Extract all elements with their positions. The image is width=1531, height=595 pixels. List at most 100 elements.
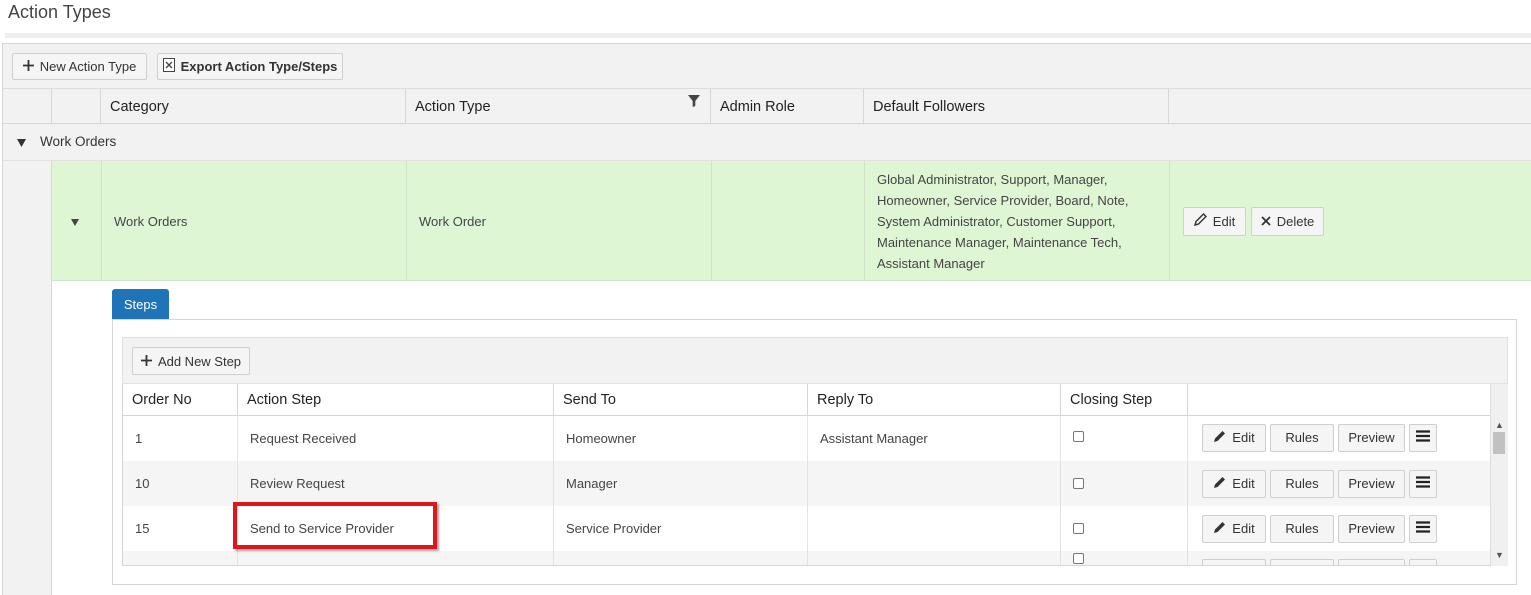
delete-label: Delete xyxy=(1276,213,1315,229)
header-action-type-label: Action Type xyxy=(415,98,491,115)
title-divider xyxy=(5,33,1531,38)
closing-step-checkbox-cell xyxy=(1060,506,1187,551)
add-new-step-button[interactable]: Add New Step xyxy=(132,347,250,375)
header-action-step[interactable]: Action Step xyxy=(237,384,553,416)
header-actions-column xyxy=(1168,89,1531,124)
row-category: Work Orders xyxy=(101,161,406,281)
edit-action-type-button[interactable]: Edit xyxy=(1183,206,1246,236)
scroll-up-icon[interactable]: ▲ xyxy=(1495,420,1504,430)
group-row-work-orders: Work Orders xyxy=(3,124,1531,161)
header-step-actions xyxy=(1187,384,1491,416)
edit-step-label: Edit xyxy=(1232,430,1255,445)
filter-icon[interactable] xyxy=(688,94,700,111)
step-menu-button[interactable] xyxy=(1409,423,1437,452)
step-order: 1 xyxy=(135,431,143,446)
step-send-to: Homeowner xyxy=(553,416,807,461)
preview-button[interactable]: Preview xyxy=(1338,469,1405,498)
steps-toolbar: Add New Step xyxy=(122,337,1508,384)
closing-step-checkbox-cell xyxy=(1060,461,1187,506)
edit-label: Edit xyxy=(1212,213,1236,229)
followers-line: System Administrator, Customer Support, xyxy=(877,213,1116,229)
table-row[interactable]: 10 Review Request Manager Edit Rules Pre… xyxy=(123,461,1490,506)
row-collapse-cell[interactable] xyxy=(52,161,101,281)
header-expand-column xyxy=(51,89,100,124)
step-name xyxy=(237,551,553,565)
table-row[interactable]: Work Orders Work Order Global Administra… xyxy=(52,161,1531,281)
scrollbar-thumb[interactable] xyxy=(1493,432,1505,454)
step-actions-cell: Edit Rules Preview xyxy=(1187,506,1490,551)
step-menu-button[interactable] xyxy=(1409,469,1437,498)
step-order: 10 xyxy=(135,476,150,491)
closing-step-checkbox[interactable] xyxy=(1073,430,1084,442)
closing-step-checkbox[interactable] xyxy=(1073,553,1084,564)
tab-steps[interactable]: Steps xyxy=(112,289,169,320)
rules-button[interactable]: Rules xyxy=(1270,469,1334,498)
scroll-down-icon[interactable]: ▼ xyxy=(1495,550,1504,560)
row-default-followers: Global Administrator, Support, Manager, … xyxy=(864,161,1169,281)
followers-line: Homeowner, Service Provider, Board, Note… xyxy=(877,192,1129,208)
edit-step-label: Edit xyxy=(1232,521,1255,536)
followers-line: Assistant Manager xyxy=(877,255,985,271)
step-name: Send to Service Provider xyxy=(237,506,553,551)
edit-step-button[interactable]: Edit xyxy=(1202,469,1266,498)
table-row[interactable]: 1 Request Received Homeowner Assistant M… xyxy=(123,416,1490,461)
header-send-to[interactable]: Send To xyxy=(553,384,807,416)
header-action-type[interactable]: Action Type xyxy=(405,89,710,124)
edit-step-button[interactable]: Edit xyxy=(1202,423,1266,452)
step-menu-button[interactable] xyxy=(1409,514,1437,543)
preview-button[interactable]: Preview xyxy=(1338,514,1405,543)
step-order: 15 xyxy=(135,521,150,536)
steps-grid-body: 1 Request Received Homeowner Assistant M… xyxy=(122,416,1490,566)
steps-scrollbar[interactable]: ▲ ▼ xyxy=(1490,384,1508,566)
step-name: Request Received xyxy=(237,416,553,461)
add-new-step-label: Add New Step xyxy=(157,353,242,369)
header-default-followers[interactable]: Default Followers xyxy=(863,89,1168,124)
excel-icon xyxy=(162,58,175,75)
closing-step-checkbox[interactable] xyxy=(1073,478,1084,489)
step-reply-to xyxy=(807,551,1060,565)
hamburger-icon xyxy=(1416,476,1430,491)
rules-button[interactable]: Rules xyxy=(1270,423,1334,452)
edit-step-label: Edit xyxy=(1232,476,1255,491)
export-action-types-button[interactable]: Export Action Type/Steps xyxy=(157,53,343,80)
rules-button[interactable]: Rules xyxy=(1270,514,1334,543)
group-indent-strip xyxy=(3,161,52,595)
closing-step-checkbox[interactable] xyxy=(1073,523,1084,534)
step-order xyxy=(123,551,237,565)
step-send-to: Manager xyxy=(553,461,807,506)
header-admin-role[interactable]: Admin Role xyxy=(710,89,863,124)
preview-button[interactable] xyxy=(1338,559,1405,565)
header-order-no[interactable]: Order No xyxy=(123,384,237,416)
edit-step-button[interactable]: Edit xyxy=(1202,514,1266,543)
header-reply-to[interactable]: Reply To xyxy=(807,384,1060,416)
rules-button[interactable] xyxy=(1270,559,1334,565)
edit-step-button[interactable] xyxy=(1202,559,1266,565)
plus-icon xyxy=(22,59,34,74)
triangle-down-icon[interactable] xyxy=(71,214,79,229)
step-reply-to xyxy=(807,461,1060,506)
step-actions-cell: Edit Rules Preview xyxy=(1187,416,1490,461)
step-actions-cell xyxy=(1187,551,1490,565)
header-closing-step[interactable]: Closing Step xyxy=(1060,384,1187,416)
pencil-icon xyxy=(1213,476,1226,492)
pencil-icon xyxy=(1213,430,1226,446)
step-menu-button[interactable] xyxy=(1409,559,1437,565)
export-label: Export Action Type/Steps xyxy=(180,59,338,74)
new-action-type-button[interactable]: New Action Type xyxy=(12,53,147,80)
followers-line: Global Administrator, Support, Manager, xyxy=(877,171,1108,187)
step-reply-to: Assistant Manager xyxy=(807,416,1060,461)
group-collapse-icon[interactable] xyxy=(17,135,26,150)
row-action-type: Work Order xyxy=(406,161,711,281)
table-row[interactable] xyxy=(123,551,1490,565)
step-reply-to xyxy=(807,506,1060,551)
header-category[interactable]: Category xyxy=(100,89,405,124)
preview-button[interactable]: Preview xyxy=(1338,423,1405,452)
grid-toolbar: New Action Type Export Action Type/Steps xyxy=(3,44,1531,89)
hamburger-icon xyxy=(1416,430,1430,445)
delete-action-type-button[interactable]: Delete xyxy=(1251,206,1324,236)
step-send-to xyxy=(553,551,807,565)
new-action-type-label: New Action Type xyxy=(39,59,137,74)
page-title: Action Types xyxy=(8,2,111,22)
group-label: Work Orders xyxy=(40,134,117,149)
table-row[interactable]: 15 Send to Service Provider Service Prov… xyxy=(123,506,1490,551)
